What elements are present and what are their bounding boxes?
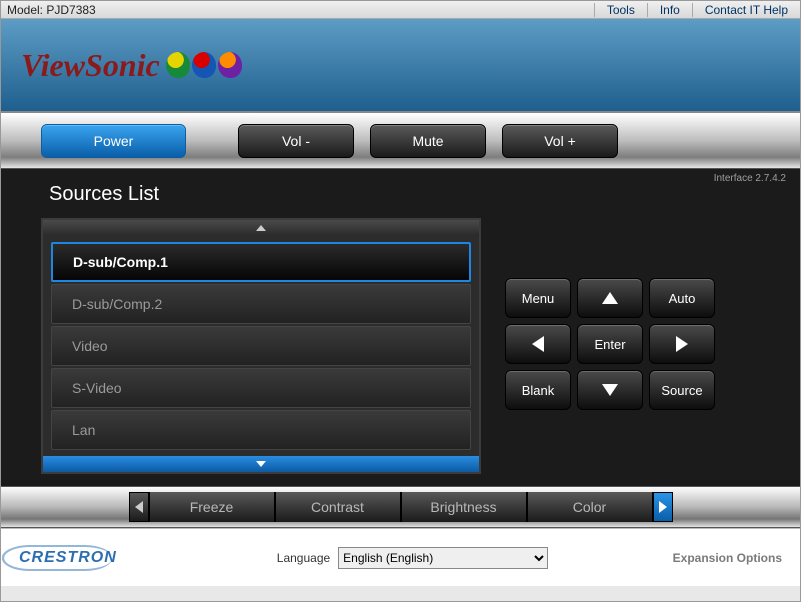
tabs-next-button[interactable] <box>653 492 673 522</box>
footer: CRESTRON Language English (English) Expa… <box>1 528 800 586</box>
tab-color[interactable]: Color <box>527 492 653 522</box>
brand-banner: ViewSonic <box>1 19 800 113</box>
menu-button[interactable]: Menu <box>505 278 571 318</box>
source-item[interactable]: Video <box>51 326 471 366</box>
arrow-up-icon <box>602 292 618 304</box>
bird-icon <box>166 52 190 78</box>
language-select[interactable]: English (English) <box>338 547 548 569</box>
sources-list: D-sub/Comp.1 D-sub/Comp.2 Video S-Video … <box>41 218 481 474</box>
top-menu-info[interactable]: Info <box>647 3 692 17</box>
bird-icon <box>192 52 216 78</box>
nav-keypad: Menu Auto Enter Blank Source <box>505 278 715 474</box>
vol-up-button[interactable]: Vol + <box>502 124 618 158</box>
arrow-right-icon <box>676 336 688 352</box>
nav-left-button[interactable] <box>505 324 571 364</box>
language-picker: Language English (English) <box>277 547 548 569</box>
scroll-up-button[interactable] <box>43 220 479 236</box>
source-item[interactable]: Lan <box>51 410 471 450</box>
arrow-left-icon <box>532 336 544 352</box>
blank-button[interactable]: Blank <box>505 370 571 410</box>
brand-birds-icon <box>166 52 242 78</box>
top-bar: Model: PJD7383 Tools Info Contact IT Hel… <box>1 1 800 19</box>
source-item[interactable]: D-sub/Comp.2 <box>51 284 471 324</box>
top-menu-tools[interactable]: Tools <box>594 3 647 17</box>
chevron-down-icon <box>256 461 266 467</box>
nav-down-button[interactable] <box>577 370 643 410</box>
mute-button[interactable]: Mute <box>370 124 486 158</box>
sources-list-items: D-sub/Comp.1 D-sub/Comp.2 Video S-Video … <box>43 236 479 456</box>
source-item[interactable]: S-Video <box>51 368 471 408</box>
chevron-right-icon <box>659 501 667 513</box>
language-label: Language <box>277 551 330 565</box>
chevron-left-icon <box>135 501 143 513</box>
sources-list-title: Sources List <box>1 177 800 214</box>
main-panel: Interface 2.7.4.2 Sources List D-sub/Com… <box>1 169 800 486</box>
control-band: Power Vol - Mute Vol + <box>1 113 800 169</box>
scroll-down-button[interactable] <box>43 456 479 472</box>
source-item[interactable]: D-sub/Comp.1 <box>51 242 471 282</box>
top-menu: Tools Info Contact IT Help <box>594 3 800 17</box>
vol-down-button[interactable]: Vol - <box>238 124 354 158</box>
nav-up-button[interactable] <box>577 278 643 318</box>
source-button[interactable]: Source <box>649 370 715 410</box>
interface-version: Interface 2.7.4.2 <box>714 173 786 184</box>
tabs-prev-button[interactable] <box>129 492 149 522</box>
arrow-down-icon <box>602 384 618 396</box>
brand-logo-text: ViewSonic <box>21 47 160 84</box>
tab-freeze[interactable]: Freeze <box>149 492 275 522</box>
model-label: Model: PJD7383 <box>1 3 594 17</box>
bird-icon <box>218 52 242 78</box>
auto-button[interactable]: Auto <box>649 278 715 318</box>
expansion-options-link[interactable]: Expansion Options <box>673 551 782 565</box>
chevron-up-icon <box>256 225 266 231</box>
crestron-logo: CRESTRON <box>19 549 117 567</box>
tab-brightness[interactable]: Brightness <box>401 492 527 522</box>
settings-tabs-band: Freeze Contrast Brightness Color <box>1 486 800 528</box>
tab-contrast[interactable]: Contrast <box>275 492 401 522</box>
power-button[interactable]: Power <box>41 124 186 158</box>
nav-right-button[interactable] <box>649 324 715 364</box>
enter-button[interactable]: Enter <box>577 324 643 364</box>
top-menu-contact[interactable]: Contact IT Help <box>692 3 800 17</box>
